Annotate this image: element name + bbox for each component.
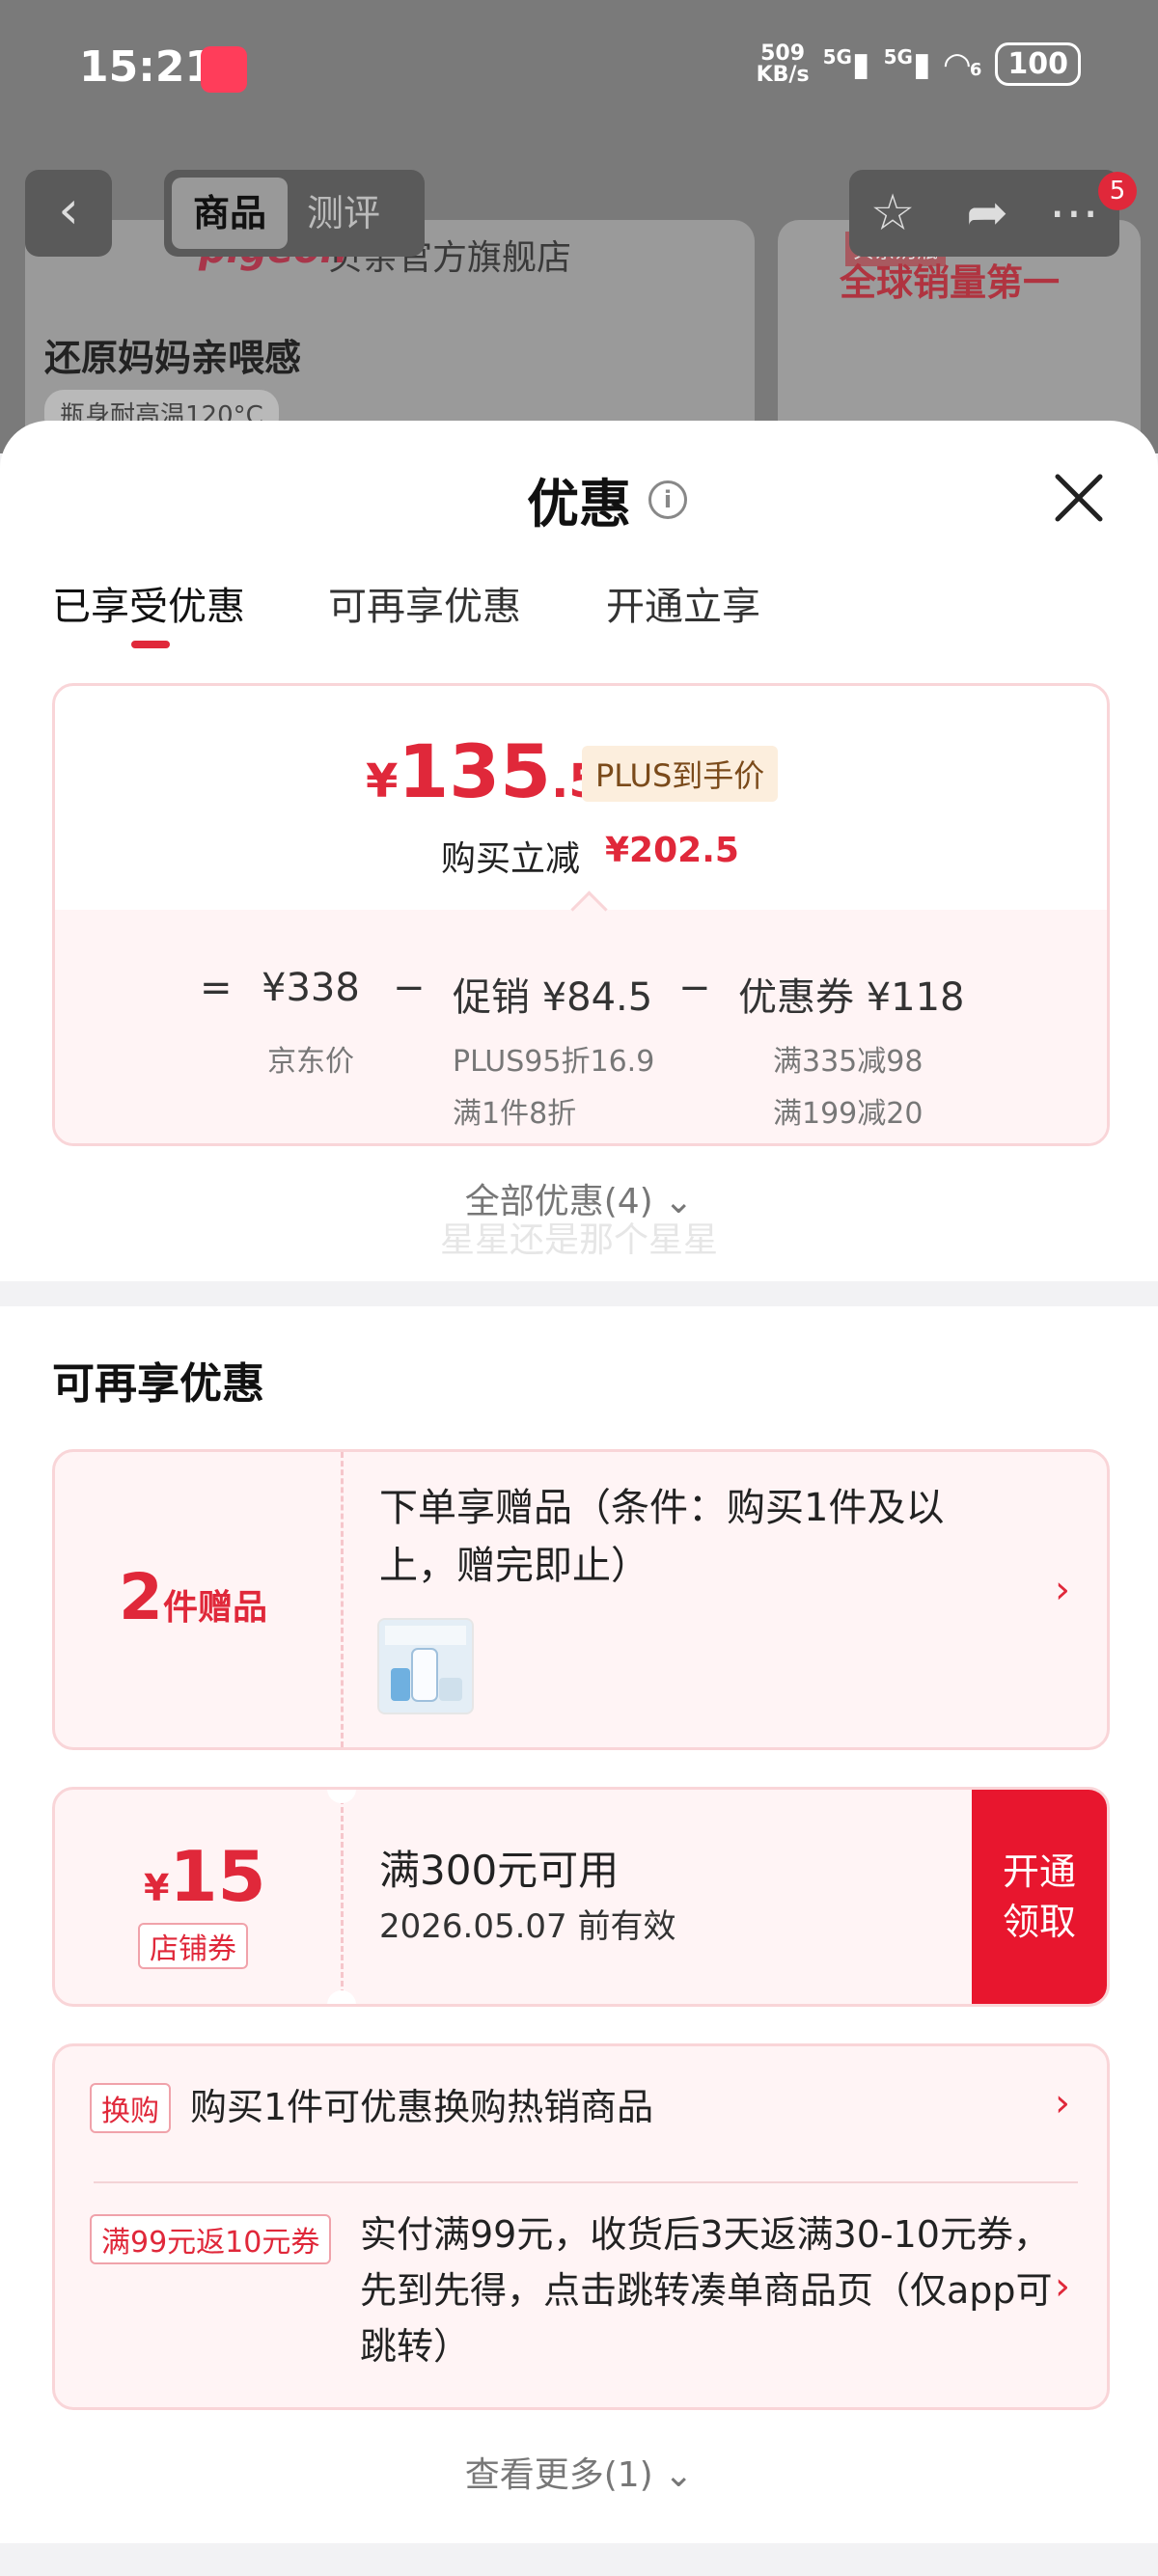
dashed-divider (341, 1452, 344, 1747)
final-price: ¥135.5 (366, 728, 601, 814)
minus-sign: − (393, 966, 426, 1010)
price-breakdown-detail (55, 910, 1107, 1143)
coupon-punch-hole (327, 1990, 356, 2004)
equals-sign: = (200, 966, 233, 1010)
price-breakdown-card: ¥135.5 PLUS到手价 购买立减 ¥202.5 = ¥338 − 促销 ¥… (52, 683, 1110, 1146)
app-notification-icon (201, 46, 247, 93)
notification-badge: 5 (1098, 172, 1137, 210)
minus-sign-2: − (678, 966, 711, 1010)
wifi-icon: ◠6 (944, 44, 982, 84)
coupon-validity: 2026.05.07 前有效 (379, 1907, 676, 1946)
savings-value: ¥202.5 (605, 831, 739, 870)
network-speed-unit: KB/s (756, 62, 810, 87)
claim-coupon-button[interactable]: 开通 领取 (972, 1790, 1107, 2004)
gift-count: 2件赠品 (119, 1560, 267, 1634)
status-icons: 509 KB/s 5G▮ 5G▮ ◠6 100 (757, 42, 1081, 86)
watermark: 星星还是那个星星 (439, 1220, 718, 1260)
promo-detail: PLUS95折16.9 (453, 1045, 655, 1079)
promo-item-exchange[interactable]: 换购 购买1件可优惠换购热销商品 › (55, 2046, 1107, 2181)
shop-coupon-card: ¥15 店铺券 满300元可用 2026.05.07 前有效 开通 领取 (52, 1787, 1110, 2007)
view-more-label: 查看更多(1) (464, 2455, 653, 2495)
jd-price: ¥338 (262, 966, 360, 1010)
gift-description: 下单享赠品（条件：购买1件及以上，赠完即止） (379, 1486, 945, 1588)
coupon-type-tag: 店铺券 (138, 1923, 248, 1969)
view-more-link[interactable]: 查看更多(1) ⌄ (0, 2447, 1158, 2497)
promo-list-card: 换购 购买1件可优惠换购热销商品 › 满99元返10元券 实付满99元，收货后3… (52, 2043, 1110, 2410)
battery-icon: 100 (995, 42, 1081, 86)
claim-button-line2: 领取 (1002, 1901, 1076, 1943)
bottom-divider (0, 2543, 1158, 2576)
gift-count-unit: 件赠品 (162, 1588, 267, 1628)
tab-review[interactable]: 测评 (307, 178, 380, 249)
banner-title: 全球销量第一 (840, 261, 1061, 304)
signal-label: 5G (822, 44, 852, 69)
signal-label-2: 5G (883, 44, 913, 69)
chevron-down-icon: ⌄ (664, 2455, 694, 2495)
tab-member-offers[interactable]: 开通立享 (606, 575, 760, 631)
chevron-right-icon: › (1055, 2081, 1070, 2125)
network-speed: 509 KB/s (756, 41, 810, 87)
coupon-currency: ¥ (144, 1867, 170, 1909)
promo-tag: 换购 (90, 2083, 171, 2133)
coupon-amount: 15 (169, 1836, 266, 1917)
sheet-title: 优惠 (527, 474, 631, 534)
promo-text: 购买1件可优惠换购热销商品 (190, 2086, 654, 2128)
tab-product[interactable]: 商品 (172, 178, 288, 249)
promo-discount: 促销 ¥84.5 (453, 975, 653, 1020)
chevron-right-icon: › (1055, 1568, 1070, 1612)
dashed-divider (341, 1790, 344, 2004)
banner-slogan: 还原妈妈亲喂感 (44, 337, 302, 379)
tab-enjoyed-offers[interactable]: 已享受优惠 (52, 575, 245, 631)
savings-label: 购买立减 (441, 839, 581, 879)
close-icon[interactable] (1048, 467, 1110, 529)
network-speed-value: 509 (760, 41, 806, 66)
info-icon[interactable]: i (648, 480, 687, 519)
promo-item-cashback[interactable]: 满99元返10元券 实付满99元，收货后3天返满30-10元券，先到先得，点击跳… (55, 2183, 1107, 2407)
coupon-detail: 满199减20 (773, 1097, 924, 1131)
gift-offer-card[interactable]: 2件赠品 下单享赠品（条件：购买1件及以上，赠完即止） › (52, 1449, 1110, 1750)
signal-icon: 5G▮ (822, 44, 870, 84)
gift-count-number: 2 (119, 1560, 163, 1634)
back-button[interactable]: ‹ (25, 170, 112, 257)
coupon-condition: 满300元可用 (379, 1847, 620, 1894)
share-icon[interactable]: ➦ (953, 179, 1021, 247)
section-divider (0, 1281, 1158, 1306)
coupon-value: ¥15 (144, 1836, 266, 1917)
promo-detail: 满1件8折 (453, 1097, 577, 1131)
currency-symbol: ¥ (366, 754, 399, 808)
wifi-label: 6 (969, 59, 982, 80)
claim-button-line1: 开通 (1002, 1850, 1076, 1893)
plus-price-tag: PLUS到手价 (582, 746, 779, 802)
promo-text: 实付满99元，收货后3天返满30-10元券，先到先得，点击跳转凑单商品页（仅ap… (360, 2213, 1053, 2368)
tab-active-indicator (131, 641, 170, 648)
offers-sheet: 优惠 i 已享受优惠 可再享优惠 开通立享 ¥135.5 PLUS到手价 购买立… (0, 421, 1158, 2576)
section-title: 可再享优惠 (52, 1359, 264, 1409)
coupon-detail: 满335减98 (773, 1045, 924, 1079)
chevron-right-icon: › (1055, 2264, 1070, 2309)
product-page-background: pigeon 贝亲官方旗舰店 还原妈妈亲喂感 瓶身耐高温120°C 贝亲奶瓶 全… (0, 0, 1158, 453)
jd-price-label: 京东价 (267, 1045, 354, 1079)
gift-thumbnail (377, 1618, 474, 1714)
status-time: 15:21 (79, 42, 215, 92)
price-integer: 135 (398, 728, 552, 814)
coupon-discount: 优惠券 ¥118 (738, 975, 965, 1020)
tab-more-offers[interactable]: 可再享优惠 (328, 575, 521, 631)
favorite-star-icon[interactable]: ☆ (859, 179, 926, 247)
coupon-punch-hole (327, 1790, 356, 1803)
promo-tag: 满99元返10元券 (90, 2214, 332, 2264)
signal-icon-2: 5G▮ (883, 44, 931, 84)
gift-bottle-image (379, 1620, 472, 1713)
